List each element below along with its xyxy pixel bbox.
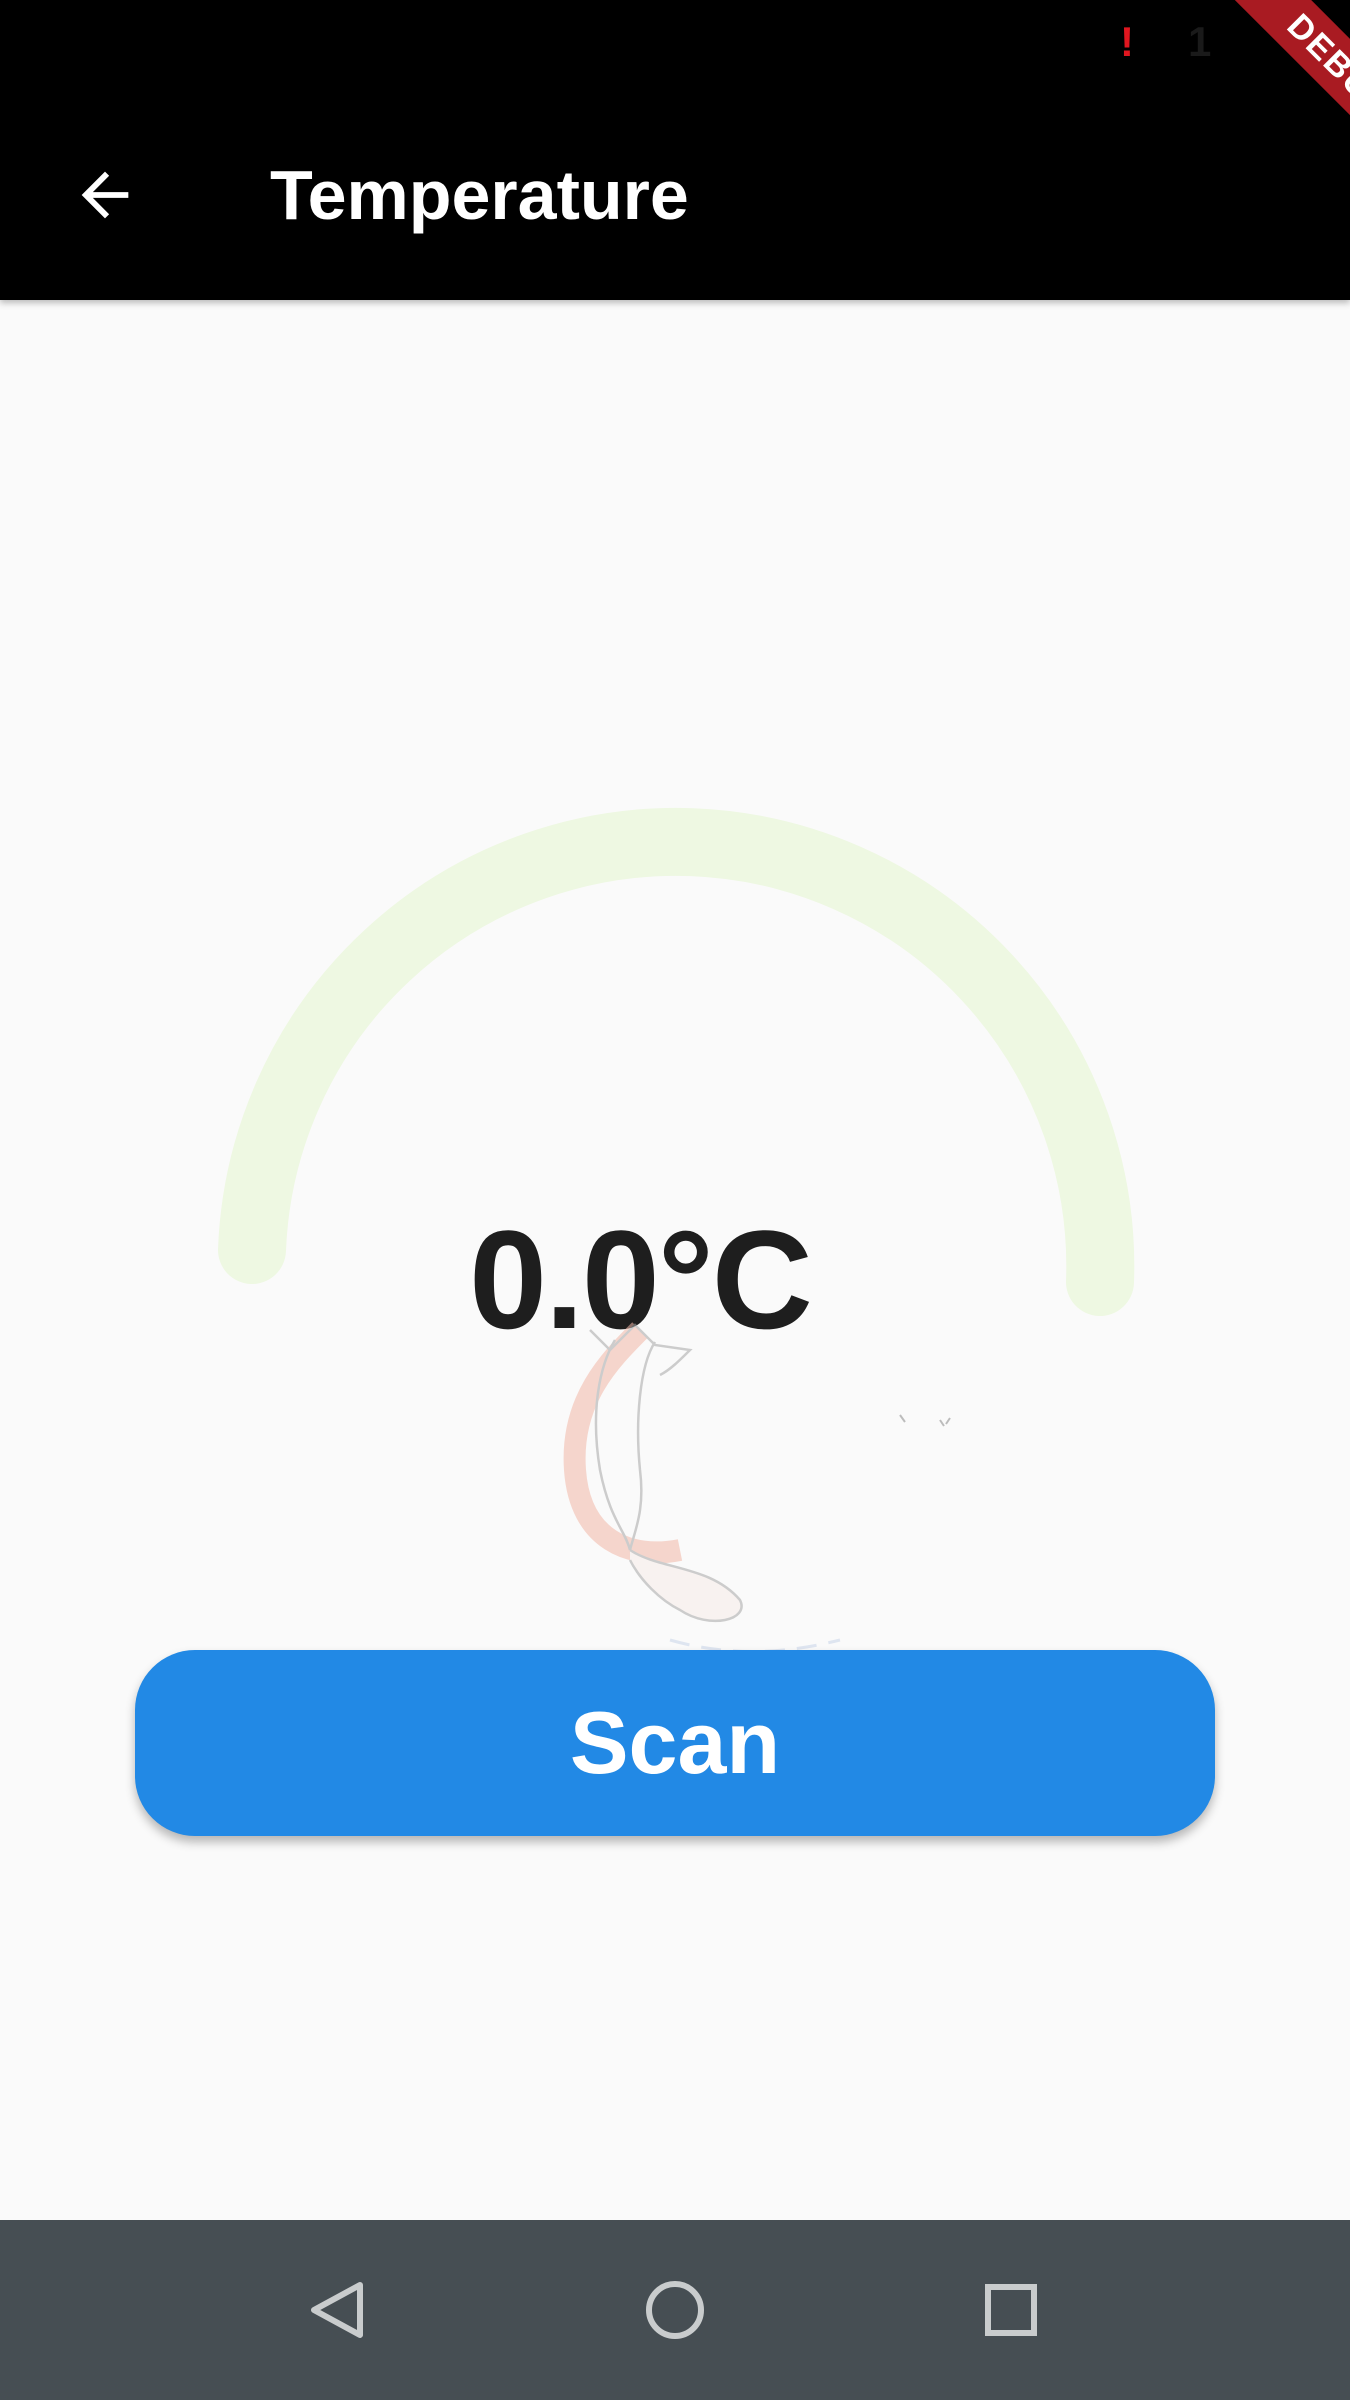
- triangle-back-icon: [311, 2282, 363, 2338]
- scan-button[interactable]: Scan: [135, 1650, 1215, 1836]
- nav-recents-button[interactable]: [946, 2245, 1076, 2375]
- fox-logo: [563, 1322, 1055, 1671]
- debug-banner: DEBUG: [1120, 0, 1350, 230]
- square-recents-icon: [985, 2284, 1037, 2336]
- system-nav-bar: [0, 2220, 1350, 2400]
- nav-back-button[interactable]: [272, 2245, 402, 2375]
- back-button[interactable]: [50, 140, 160, 250]
- nav-home-button[interactable]: [610, 2245, 740, 2375]
- debug-label: DEBUG: [1186, 0, 1350, 221]
- page-title: Temperature: [270, 156, 689, 234]
- circle-home-icon: [646, 2281, 704, 2339]
- arrow-back-icon: [81, 171, 129, 219]
